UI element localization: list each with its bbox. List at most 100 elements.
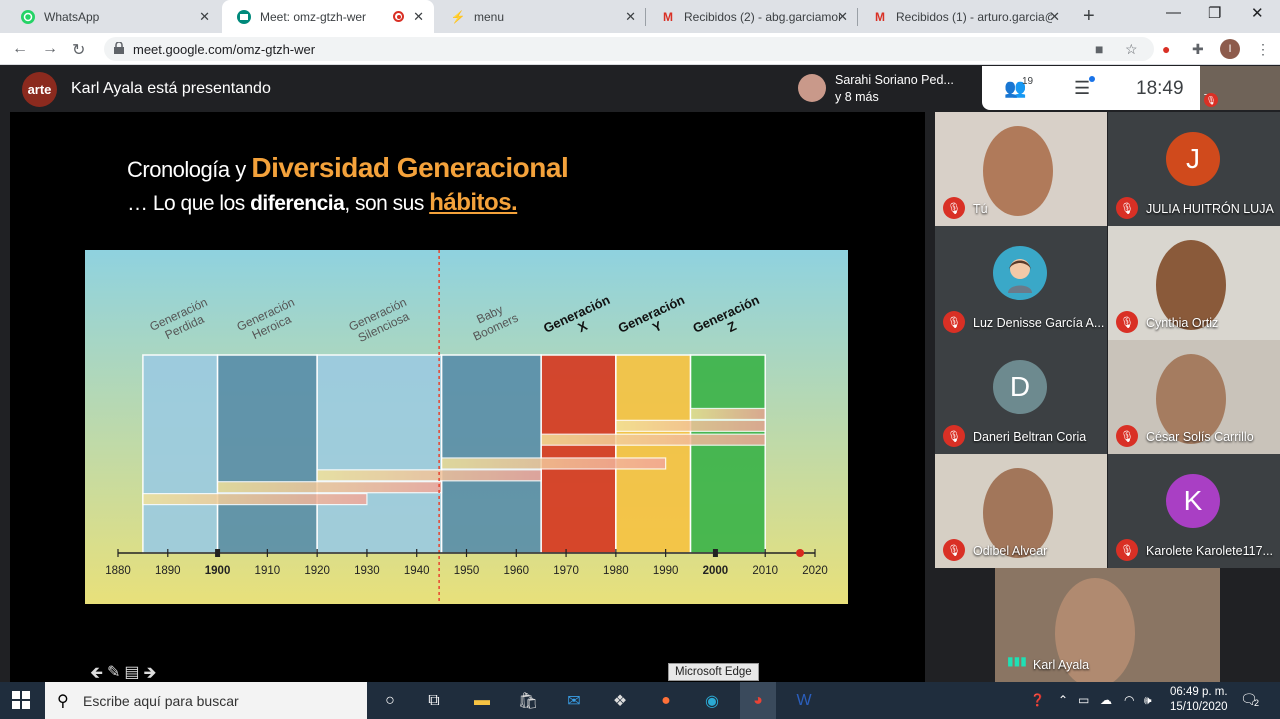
volume-icon[interactable]: 🕪: [1144, 693, 1152, 708]
mic-off-icon: 🎙: [1116, 311, 1138, 333]
overlap-bar: [316, 469, 542, 482]
slide-title: Cronología y Diversidad Generacional: [127, 152, 569, 184]
participant-tile[interactable]: D 🎙 Daneri Beltran Coria: [935, 340, 1107, 454]
url-field[interactable]: meet.google.com/omz-gtzh-wer: [104, 37, 1154, 61]
active-speaker-tile[interactable]: ▮▮▮ Karl Ayala: [995, 568, 1220, 682]
participant-name: JULIA HUITRÓN LUJA: [1146, 202, 1274, 216]
chrome-icon[interactable]: ◕: [740, 682, 776, 719]
generation-bar: [216, 354, 318, 554]
axis-tick: [712, 549, 718, 557]
close-tab-icon[interactable]: ✕: [1049, 9, 1060, 25]
battery-icon[interactable]: ▭: [1078, 693, 1089, 707]
participant-tile[interactable]: 🎙 Tú: [935, 112, 1107, 226]
help-icon[interactable]: ❓: [1030, 693, 1045, 707]
chat-icon[interactable]: ☰: [1074, 78, 1090, 99]
windows-start-icon[interactable]: [12, 691, 30, 709]
mic-off-icon: 🎙: [943, 425, 965, 447]
slide-subtitle: … Lo que los diferencia, son sus hábitos…: [127, 189, 518, 217]
close-window-button[interactable]: ✕: [1251, 4, 1264, 22]
mic-off-icon: 🎙: [1116, 425, 1138, 447]
mic-off-icon: 🎙: [1204, 93, 1218, 107]
axis-tick-label: 1920: [304, 565, 330, 577]
firefox-icon[interactable]: ●: [654, 689, 678, 713]
mail-icon[interactable]: ✉: [562, 689, 586, 713]
taskbar-clock[interactable]: 06:49 p. m. 15/10/2020: [1170, 685, 1228, 715]
new-tab-button[interactable]: +: [1083, 5, 1095, 28]
task-view-icon[interactable]: ⧉: [422, 689, 446, 713]
profile-avatar[interactable]: I: [1220, 39, 1240, 59]
subtitle-highlight: hábitos.: [429, 189, 518, 216]
reload-icon[interactable]: ↻: [72, 40, 85, 60]
subtitle-prefix: … Lo que los: [127, 192, 251, 215]
close-tab-icon[interactable]: ✕: [625, 9, 636, 25]
title-emphasis: Diversidad Generacional: [251, 152, 569, 183]
search-placeholder: Escribe aquí para buscar: [83, 693, 239, 709]
taskbar-date: 15/10/2020: [1170, 701, 1228, 713]
taskbar-time: 06:49 p. m.: [1170, 686, 1228, 698]
bookmark-star-icon[interactable]: ☆: [1125, 41, 1138, 58]
dropbox-icon[interactable]: ❖: [608, 689, 632, 713]
tab-gmail-2[interactable]: M Recibidos (1) - arturo.garcia@ ✕: [858, 0, 1070, 33]
store-icon[interactable]: 🛍: [516, 689, 540, 713]
camera-icon[interactable]: ■: [1095, 41, 1103, 57]
participant-count: 19: [1022, 76, 1034, 87]
generation-bar: [540, 354, 617, 554]
tab-meet[interactable]: Meet: omz-gtzh-wer ✕: [222, 0, 434, 33]
cortana-icon[interactable]: ○: [378, 689, 402, 713]
tab-whatsapp[interactable]: WhatsApp ✕: [6, 0, 220, 33]
org-logo: arte: [22, 72, 57, 107]
tab-title: Recibidos (2) - abg.garciamonc: [684, 9, 840, 24]
self-thumbnail[interactable]: Tú 🎙: [1200, 66, 1280, 110]
meeting-clock: 18:49: [1136, 78, 1184, 99]
presentation-bar: arte Karl Ayala está presentando: [0, 66, 790, 112]
more-participants: y 8 más: [835, 90, 879, 104]
axis-tick-label: 1980: [603, 565, 629, 577]
network-icon[interactable]: ☁: [1100, 693, 1112, 707]
mic-off-icon: 🎙: [1116, 539, 1138, 561]
lock-icon: [114, 42, 124, 54]
participant-tile[interactable]: 🎙 Luz Denisse García A...: [935, 226, 1107, 340]
gmail-icon: M: [663, 9, 673, 24]
participant-name: Tú: [973, 202, 988, 216]
menu-dots-icon[interactable]: ⋮: [1256, 41, 1270, 58]
axis-tick-label: 1890: [155, 565, 181, 577]
back-arrow-icon[interactable]: ←: [12, 40, 28, 58]
edge-icon[interactable]: ◉: [700, 689, 724, 713]
axis-tick-label: 1960: [503, 565, 529, 577]
address-bar: ← → ↻ meet.google.com/omz-gtzh-wer ■ ☆ ●…: [0, 33, 1280, 65]
participant-tile[interactable]: J 🎙 JULIA HUITRÓN LUJA: [1108, 112, 1280, 226]
tab-gmail-1[interactable]: M Recibidos (2) - abg.garciamonc ✕: [646, 0, 858, 33]
wifi-icon[interactable]: ◠: [1124, 693, 1134, 707]
close-tab-icon[interactable]: ✕: [837, 9, 848, 25]
participant-tile[interactable]: 🎙 César Solís Carrillo: [1108, 340, 1280, 454]
meet-area: arte Karl Ayala está presentando Sarahi …: [0, 66, 1280, 682]
participant-tile[interactable]: 🎙 Cynthia Ortiz: [1108, 226, 1280, 340]
close-tab-icon[interactable]: ✕: [199, 9, 210, 25]
generation-bar: [689, 354, 766, 554]
participant-tile[interactable]: K 🎙 Karolete Karolete117...: [1108, 454, 1280, 568]
windows-taskbar: ⚲ Escribe aquí para buscar ○ ⧉ ▬ 🛍 ✉ ❖ ●…: [0, 682, 1280, 719]
word-icon[interactable]: W: [792, 689, 816, 713]
axis-tick-label: 1990: [653, 565, 679, 577]
maximize-button[interactable]: ❐: [1208, 4, 1221, 22]
opera-extension-icon[interactable]: ●: [1162, 41, 1170, 57]
presenter-label: Karl Ayala está presentando: [71, 80, 271, 97]
tab-title: WhatsApp: [44, 9, 100, 24]
extensions-puzzle-icon[interactable]: ✚: [1192, 41, 1204, 58]
participant-tile[interactable]: 🎙 Odibel Alvear: [935, 454, 1107, 568]
forward-arrow-icon[interactable]: →: [42, 40, 58, 58]
other-participants-box[interactable]: Sarahi Soriano Ped... y 8 más: [790, 66, 982, 112]
taskbar-search[interactable]: ⚲ Escribe aquí para buscar: [45, 682, 367, 719]
overlap-bar: [540, 433, 766, 446]
file-explorer-icon[interactable]: ▬: [470, 689, 494, 713]
generation-bar: [440, 354, 542, 554]
participant-name: Karolete Karolete117...: [1146, 544, 1273, 558]
minimize-button[interactable]: —: [1166, 4, 1181, 21]
overlap-bar: [142, 493, 368, 506]
participant-name: Daneri Beltran Coria: [973, 430, 1087, 444]
browser-tab-bar: WhatsApp ✕ Meet: omz-gtzh-wer ✕ ⚡ menu ✕…: [0, 0, 1280, 33]
tray-expand-icon[interactable]: ⌃: [1058, 693, 1068, 707]
tab-menu[interactable]: ⚡ menu ✕: [436, 0, 646, 33]
close-tab-icon[interactable]: ✕: [413, 9, 424, 25]
participant-name: Luz Denisse García A...: [973, 316, 1105, 330]
